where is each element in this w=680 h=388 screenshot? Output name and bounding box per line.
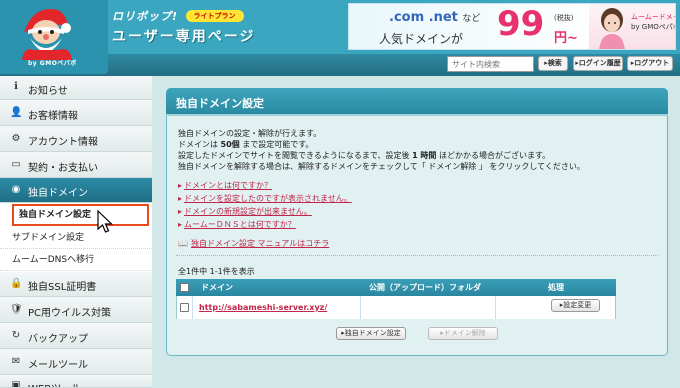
globe-icon: ◉	[11, 184, 21, 195]
sidebar-subitem-subdomain-settings[interactable]: サブドメイン設定	[0, 227, 152, 249]
search-button[interactable]: ▸検索	[538, 56, 568, 71]
model-photo-icon	[599, 8, 625, 49]
description-line1: 独自ドメインの設定・解除が行えます。	[178, 129, 322, 138]
sidebar-item-contract[interactable]: ▭ 契約・お支払い	[0, 152, 152, 178]
user-icon: 👤	[10, 107, 23, 118]
sidebar-item-domain[interactable]: ◉ 独自ドメイン	[0, 178, 152, 203]
remove-domain-button[interactable]: ▸ドメイン解除	[428, 327, 498, 340]
manual-link[interactable]: 📖 独自ドメイン設定 マニュアルはコチラ	[178, 238, 329, 249]
table-row-folder	[361, 296, 496, 319]
sidebar-item-label: バックアップ	[28, 334, 88, 345]
header-checkbox-cell	[176, 279, 193, 296]
table-row-domain: http://sabameshi-server.xyz/	[193, 296, 361, 319]
triangle-icon: ▸	[178, 181, 183, 190]
search-input[interactable]	[447, 56, 534, 72]
sidebar-item-label: お知らせ	[28, 86, 68, 97]
card-icon: ▭	[11, 159, 21, 170]
faq-link-domain-not-shown[interactable]: ▸ ドメインを設定したのですが表示されません。	[178, 193, 352, 204]
triangle-icon: ▸	[178, 194, 183, 203]
select-all-checkbox[interactable]	[180, 283, 189, 292]
change-settings-button[interactable]: ▸設定変更	[551, 299, 600, 312]
lock-icon: 🔒	[10, 278, 23, 289]
info-icon: ℹ	[14, 81, 18, 92]
sidebar-item-customer-info[interactable]: 👤 お客様情報	[0, 100, 152, 126]
sidebar-item-ssl[interactable]: 🔒 独自SSL証明書	[0, 272, 152, 297]
description-line4: 独自ドメインを解除する場合は、解除するドメインをチェックして「 ドメイン解除 」…	[178, 162, 585, 171]
ad-banner[interactable]: .com .net など 人気ドメインが 99 (税抜) 円~ ムームードメイン…	[348, 3, 676, 50]
sidebar-item-label: 契約・お支払い	[28, 163, 98, 174]
sidebar-item-mail-tools[interactable]: ✉ メールツール	[0, 349, 152, 375]
description-line3: 設定したドメインでサイトを閲覧できるようになるまで、設定後 1 時間 ほどかかる…	[178, 151, 551, 160]
shield-icon: 🛡	[10, 304, 23, 315]
sidebar-item-label: 独自ドメイン	[28, 188, 88, 199]
banner-yen: 円~	[554, 31, 578, 46]
faq-link-muumuu-dns[interactable]: ▸ ムームーＤＮＳとは何ですか？	[178, 219, 296, 230]
page-title: 独自ドメイン設定	[176, 97, 264, 110]
sidebar-subitem-domain-settings[interactable]: 独自ドメイン設定	[12, 204, 149, 226]
column-header-domain: ドメイン	[193, 279, 361, 296]
book-icon: 📖	[178, 239, 188, 248]
sidebar-item-label: PC用ウイルス対策	[28, 308, 112, 319]
sidebar-item-web-tools[interactable]: ▣ WEBツール	[0, 375, 152, 388]
banner-price: 99	[497, 4, 545, 44]
add-domain-button[interactable]: ▸独自ドメイン設定	[336, 327, 406, 340]
mouse-cursor-icon	[97, 210, 113, 233]
sidebar-item-label: WEBツール	[28, 380, 81, 387]
description-line2: ドメインは 50個 まで設定可能です。	[178, 140, 314, 149]
logo-subtitle: by GMOペパボ	[28, 60, 77, 67]
sidebar-item-antivirus[interactable]: 🛡 PC用ウイルス対策	[0, 297, 152, 323]
plan-badge: ライトプラン	[185, 10, 244, 22]
triangle-icon: ▸	[178, 207, 183, 216]
sidebar-item-label: アカウント情報	[28, 137, 98, 148]
logo[interactable]: by GMOペパボ	[0, 0, 108, 74]
login-history-button[interactable]: ▸ログイン履歴	[573, 56, 623, 71]
faq-link-cannot-set-domain[interactable]: ▸ ドメインの新規設定が出来ません。	[178, 206, 312, 217]
triangle-icon: ▸	[178, 220, 183, 229]
banner-right-text2: by GMOペパボ	[631, 23, 676, 31]
banner-right-text1: ムームードメイン	[631, 13, 675, 21]
gear-icon: ⚙	[11, 133, 21, 144]
column-header-action: 処理	[496, 279, 616, 296]
sidebar-item-account-info[interactable]: ⚙ アカウント情報	[0, 126, 152, 152]
logout-button[interactable]: ▸ログアウト	[627, 56, 673, 71]
sidebar-item-backup[interactable]: ↻ バックアップ	[0, 323, 152, 349]
sidebar-item-label: メールツール	[28, 360, 88, 371]
web-icon: ▣	[11, 380, 21, 388]
mail-icon: ✉	[11, 356, 21, 367]
banner-line2: 人気ドメインが	[379, 32, 464, 46]
domain-link[interactable]: http://sabameshi-server.xyz/	[199, 303, 327, 312]
banner-taxed: (税抜)	[554, 14, 574, 22]
sidebar-subitem-muumuu-dns[interactable]: ムームーDNSへ移行	[0, 249, 152, 271]
column-header-folder: 公開（アップロード）フォルダ	[361, 279, 496, 296]
brand-title: ロリポップ! ライトプラン ユーザー専用ページ	[112, 8, 255, 46]
sidebar-item-label: 独自SSL証明書	[28, 282, 97, 293]
result-count: 全1件中 1-1件を表示	[178, 267, 255, 276]
backup-icon: ↻	[11, 330, 21, 341]
row-checkbox-cell	[177, 296, 193, 319]
banner-line1: .com .net など	[389, 10, 481, 25]
sidebar-item-news[interactable]: ℹ お知らせ	[0, 76, 152, 100]
brand-subtitle: ユーザー専用ページ	[112, 29, 256, 45]
faq-link-what-is-domain[interactable]: ▸ ドメインとは何ですか？	[178, 180, 272, 191]
brand-name: ロリポップ!	[112, 10, 179, 23]
santa-mascot-icon	[22, 8, 72, 60]
sidebar-item-label: お客様情報	[28, 111, 78, 122]
divider	[176, 255, 658, 256]
row-checkbox[interactable]	[180, 303, 189, 312]
